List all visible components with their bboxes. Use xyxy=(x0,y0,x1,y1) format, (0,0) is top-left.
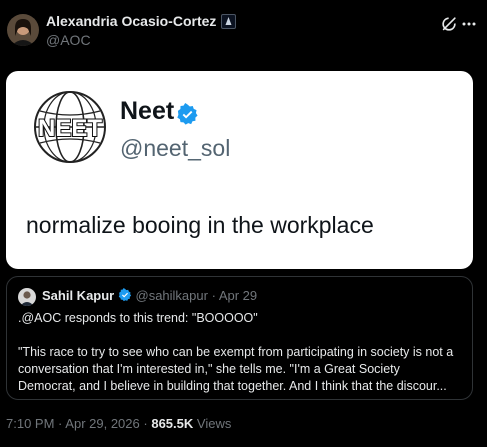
views-count: 865.5K xyxy=(151,416,194,431)
quoted-author-handle[interactable]: @sahilkapur xyxy=(136,288,208,303)
views-label: Views xyxy=(196,416,232,431)
dot-separator: · xyxy=(143,416,148,431)
author-name-text[interactable]: Alexandria Ocasio-Cortez xyxy=(46,13,216,29)
neet-handle: @neet_sol xyxy=(120,135,231,161)
neet-logo-text: NEET xyxy=(38,115,102,142)
author-handle[interactable]: @AOC xyxy=(46,32,91,48)
neet-logo-icon: NEET xyxy=(34,91,106,163)
neet-post-text: normalize booing in the workplace xyxy=(26,212,374,238)
tweet-date[interactable]: Apr 29, 2026 xyxy=(65,416,139,431)
more-options-icon[interactable] xyxy=(461,18,477,30)
tweet-meta-footer: 7:10 PM · Apr 29, 2026 · 865.5K Views xyxy=(6,416,231,431)
quoted-author-name[interactable]: Sahil Kapur xyxy=(42,288,114,303)
quoted-author-avatar[interactable] xyxy=(18,288,36,306)
media-image-card[interactable]: NEET Neet @neet_sol normalize booing in … xyxy=(6,71,473,269)
author-avatar[interactable] xyxy=(7,14,39,46)
quoted-tweet-line-1: .@AOC responds to this trend: "BOOOOO" xyxy=(18,311,258,325)
quoted-tweet-header: Sahil Kapur @sahilkapur · Apr 29 xyxy=(42,288,257,303)
quoted-tweet-line-4: Democrat, and I believe in building that… xyxy=(18,379,447,393)
affiliation-badge-icon xyxy=(221,14,236,29)
quoted-tweet-line-3: conversation that I'm interested in," sh… xyxy=(18,362,400,376)
quoted-tweet-date[interactable]: Apr 29 xyxy=(219,288,257,303)
quoted-tweet[interactable]: Sahil Kapur @sahilkapur · Apr 29 .@AOC r… xyxy=(6,276,473,400)
neet-verified-icon xyxy=(177,103,198,125)
dot-separator: · xyxy=(58,416,63,431)
grok-icon[interactable] xyxy=(440,15,458,33)
quoted-tweet-line-2: "This race to try to see who can be exem… xyxy=(18,345,454,359)
neet-name: Neet xyxy=(120,97,175,125)
author-name[interactable]: Alexandria Ocasio-Cortez xyxy=(46,13,234,29)
dot-separator: · xyxy=(211,288,216,303)
verified-badge-icon xyxy=(118,288,131,302)
tweet-time[interactable]: 7:10 PM xyxy=(6,416,54,431)
